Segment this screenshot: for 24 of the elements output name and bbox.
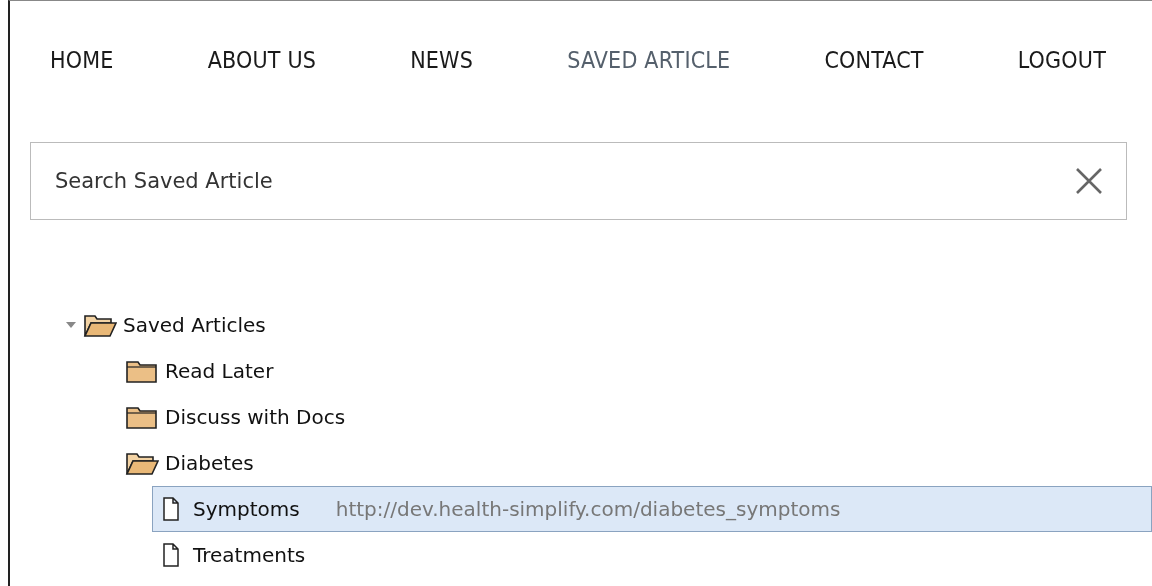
tree-item-label: Symptoms <box>193 497 300 521</box>
tree-item-label: Diabetes <box>165 451 254 475</box>
article-url: http://dev.health-simplify.com/diabetes_symptoms <box>335 497 841 521</box>
tree-row[interactable]: Diabetes <box>30 440 1152 486</box>
nav-link[interactable]: NEWS <box>410 47 474 96</box>
nav-link[interactable]: ABOUT US <box>207 47 317 96</box>
tree-row[interactable]: Read Later <box>30 348 1152 394</box>
selected-tree-row[interactable]: Symptoms http://dev.health-simplify.com/diabetes_symptoms <box>152 486 1152 532</box>
nav-link[interactable]: HOME <box>50 47 114 96</box>
expand-arrow-icon[interactable] <box>65 320 77 330</box>
nav-link[interactable]: SAVED ARTICLE <box>567 47 731 96</box>
tree-row[interactable]: Saved Articles <box>30 302 1152 348</box>
search-field[interactable]: Search Saved Article <box>30 142 1127 220</box>
nav-link[interactable]: CONTACT <box>824 47 924 96</box>
nav-link[interactable]: LOGOUT <box>1017 47 1106 96</box>
tree-item-label: Treatments <box>193 543 306 567</box>
tree-item-label: Discuss with Docs <box>165 405 346 429</box>
document-icon <box>163 543 179 567</box>
tree-row[interactable]: Discuss with Docs <box>30 394 1152 440</box>
document-icon <box>163 497 179 521</box>
tree-item-label: Saved Articles <box>123 313 266 337</box>
tree-row[interactable]: Treatments <box>152 532 1152 578</box>
close-icon[interactable] <box>1075 167 1103 195</box>
tree-item-label: Read Later <box>165 359 274 383</box>
